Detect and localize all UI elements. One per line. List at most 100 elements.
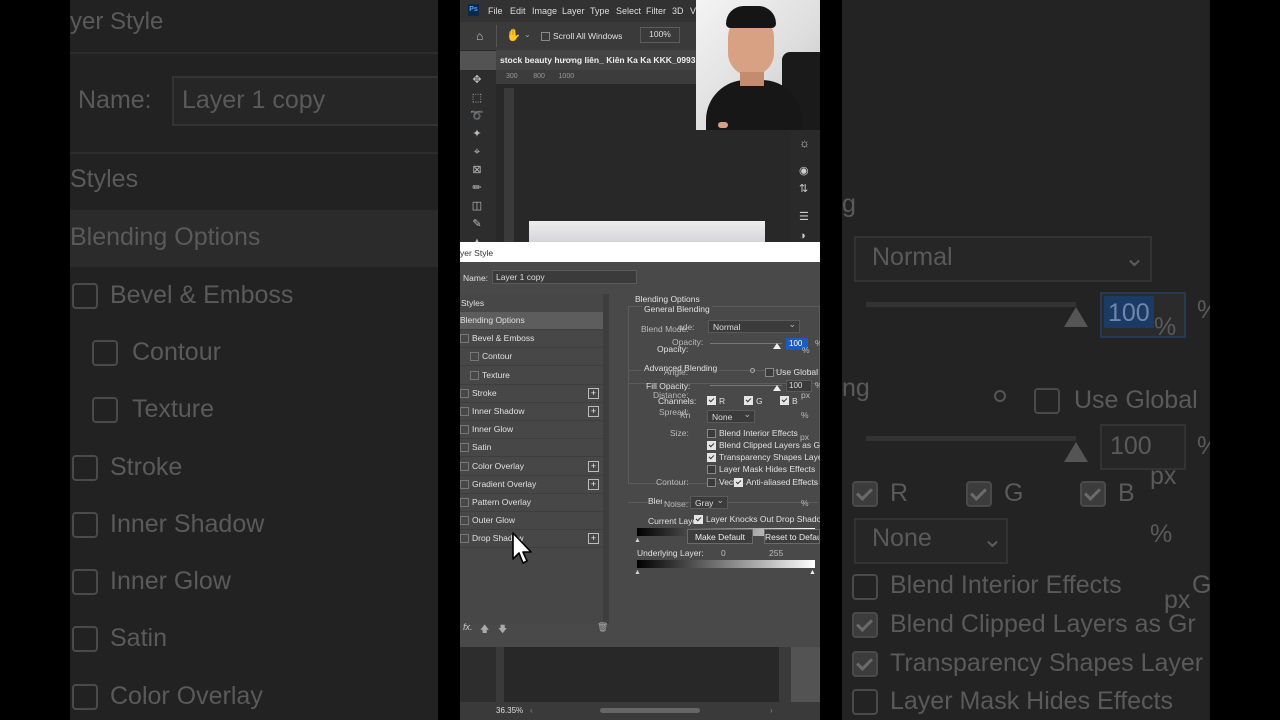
bg-blend-mode: Normal <box>872 243 953 271</box>
magic-wand-icon[interactable]: ✦ <box>470 128 484 140</box>
style-item-satin[interactable]: Satin <box>460 439 603 458</box>
brush-tool-icon[interactable]: ✎ <box>470 218 484 230</box>
style-checkbox[interactable] <box>460 479 469 489</box>
menu-image[interactable]: Image <box>532 6 557 16</box>
blending-options-header: Blending Options <box>635 294 700 304</box>
move-down-icon[interactable]: 🡇 <box>498 622 507 638</box>
opacity-slider[interactable] <box>710 343 782 344</box>
style-checkbox[interactable] <box>460 534 469 544</box>
style-checkbox[interactable] <box>470 370 479 380</box>
scroll-all-checkbox[interactable] <box>541 32 550 41</box>
add-effect-icon[interactable]: + <box>588 460 599 472</box>
style-item-outer-glow[interactable]: Outer Glow <box>460 512 603 531</box>
style-item-texture[interactable]: Texture <box>460 367 603 385</box>
menu-select[interactable]: Select <box>616 6 641 16</box>
current-layer-black-thumb[interactable]: ▲ <box>634 537 641 544</box>
style-checkbox[interactable] <box>460 461 469 471</box>
blend-clipped-checkbox[interactable] <box>707 441 716 450</box>
trash-icon[interactable]: 🗑 <box>597 622 608 633</box>
move-up-icon[interactable]: 🡅 <box>480 622 489 638</box>
transparency-shapes-checkbox[interactable] <box>707 453 716 462</box>
angle-dial-icon[interactable] <box>750 368 755 373</box>
style-checkbox[interactable] <box>460 425 469 435</box>
channel-r-checkbox[interactable] <box>707 396 716 405</box>
vertical-scrollbar[interactable] <box>779 647 791 702</box>
crop-tool-icon[interactable]: ⌖ <box>470 146 484 158</box>
knockout-select[interactable]: None <box>707 409 755 423</box>
layer-knocks-checkbox[interactable] <box>694 515 703 524</box>
style-item-blending-options[interactable]: Blending Options <box>460 312 603 330</box>
style-item-pattern-overlay[interactable]: Pattern Overlay <box>460 494 603 512</box>
paths-icon[interactable]: ⇅ <box>799 182 808 195</box>
blend-if-label: Blend If: <box>648 496 662 506</box>
style-item-inner-shadow[interactable]: Inner Shadow + <box>460 403 603 421</box>
eyedropper-icon[interactable]: ✏ <box>470 182 484 194</box>
bg-channel-g: G <box>1004 479 1024 507</box>
menu-3d[interactable]: 3D <box>672 6 684 16</box>
bg-dialog-title: yer Style <box>70 8 164 35</box>
use-global-checkbox[interactable] <box>765 368 774 377</box>
style-checkbox[interactable] <box>460 334 469 344</box>
underlying-black-thumb[interactable]: ▲ <box>634 569 641 576</box>
lasso-tool-icon[interactable]: ➰ <box>470 110 484 122</box>
adjustments-icon[interactable]: ☰ <box>799 210 809 223</box>
style-item-stroke[interactable]: Stroke + <box>460 385 603 403</box>
channels-icon[interactable]: ◉ <box>799 164 809 177</box>
horizontal-scrollbar-thumb[interactable] <box>600 708 700 713</box>
style-item-color-overlay[interactable]: Color Overlay + <box>460 458 603 476</box>
style-checkbox[interactable] <box>460 407 469 416</box>
general-blending-header: General Blending <box>642 304 712 314</box>
underlying-white-thumb[interactable]: ▲ <box>809 569 816 576</box>
opacity-slider-thumb[interactable] <box>773 343 781 349</box>
add-effect-icon[interactable]: + <box>588 478 599 490</box>
hand-tool-icon[interactable]: ✋ <box>506 28 521 42</box>
menu-type[interactable]: Type <box>590 6 610 16</box>
styles-scrollbar[interactable] <box>603 294 609 624</box>
anti-aliased-checkbox[interactable] <box>734 478 743 487</box>
style-item-gradient-overlay[interactable]: Gradient Overlay + <box>460 476 603 494</box>
frame-tool-icon[interactable]: ⊠ <box>470 164 484 176</box>
zoom-button[interactable]: 100% <box>640 27 680 43</box>
home-icon[interactable]: ⌂ <box>476 29 483 43</box>
fill-opacity-thumb[interactable] <box>773 385 781 391</box>
fx-icon[interactable]: fx. <box>463 622 473 632</box>
noise-label: Noise: <box>664 499 689 509</box>
properties-icon[interactable]: ◑ <box>799 230 806 242</box>
add-effect-icon[interactable]: + <box>588 533 599 545</box>
menu-filter[interactable]: Filter <box>646 6 666 16</box>
chevron-down-icon[interactable]: ⌄ <box>524 30 531 39</box>
menu-layer[interactable]: Layer <box>562 6 585 16</box>
move-tool-icon[interactable]: ✥ <box>470 74 484 86</box>
add-effect-icon[interactable]: + <box>588 387 599 399</box>
style-item-label: Color Overlay <box>472 460 524 471</box>
style-checkbox[interactable] <box>460 443 469 453</box>
menu-file[interactable]: File <box>488 6 503 16</box>
vector-mask-checkbox[interactable] <box>707 478 716 487</box>
scroll-left-icon[interactable]: ‹ <box>530 706 533 715</box>
style-checkbox[interactable] <box>470 352 479 362</box>
underlying-layer-gradient[interactable] <box>637 560 815 568</box>
style-checkbox[interactable] <box>460 388 469 398</box>
healing-brush-icon[interactable]: ◫ <box>470 200 484 212</box>
style-checkbox[interactable] <box>460 498 469 507</box>
make-default-button[interactable]: Make Default <box>687 529 753 544</box>
blend-mode-select[interactable]: Normal <box>708 319 800 333</box>
blend-interior-checkbox[interactable] <box>707 429 716 438</box>
name-input[interactable]: Layer 1 copy <box>492 270 637 284</box>
style-item-contour[interactable]: Contour <box>460 348 603 367</box>
bg-blend-clipped: Blend Clipped Layers as Gr <box>890 610 1196 638</box>
reset-default-button[interactable]: Reset to Default <box>764 529 820 544</box>
style-item-inner-glow[interactable]: Inner Glow <box>460 421 603 440</box>
blend-if-select[interactable]: Gray <box>690 495 728 509</box>
style-item-bevel-emboss[interactable]: Bevel & Emboss <box>460 330 603 349</box>
scroll-right-icon[interactable]: › <box>770 706 773 715</box>
marquee-tool-icon[interactable]: ⬚ <box>470 92 484 104</box>
fill-opacity-slider[interactable] <box>710 385 782 386</box>
light-icon[interactable]: ☼ <box>799 136 810 150</box>
menu-edit[interactable]: Edit <box>510 6 526 16</box>
add-effect-icon[interactable]: + <box>588 406 599 417</box>
channel-b-checkbox[interactable] <box>780 396 789 405</box>
channel-g-checkbox[interactable] <box>744 396 753 405</box>
layer-mask-checkbox[interactable] <box>707 465 716 474</box>
style-checkbox[interactable] <box>460 516 469 526</box>
